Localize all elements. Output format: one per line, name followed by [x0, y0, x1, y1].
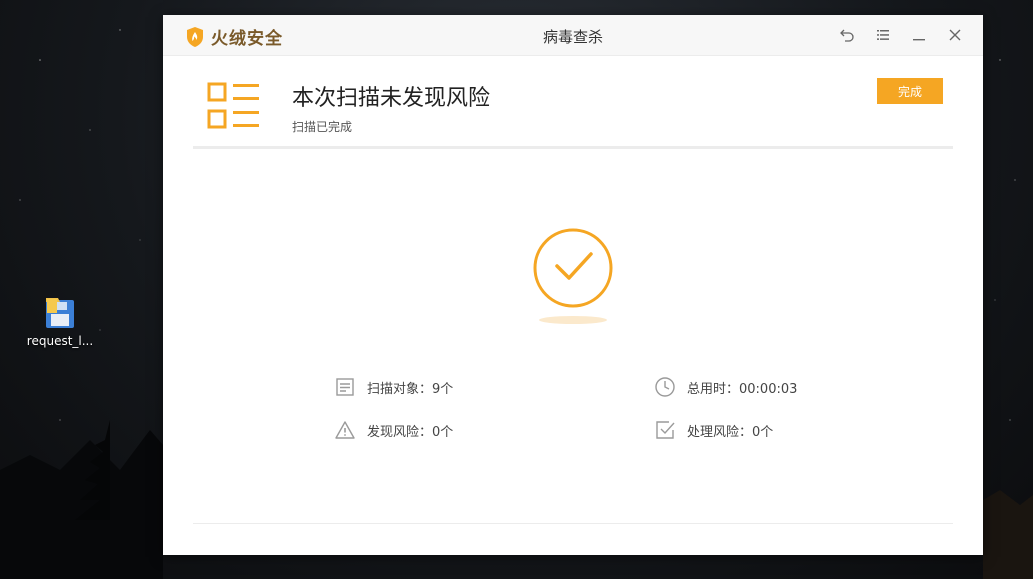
antivirus-window: 火绒安全 病毒查杀 本次扫描未发现风险 完成 扫描已完成 扫描对象：9个 总用时… [163, 15, 983, 555]
scan-report-icon [207, 82, 259, 129]
close-icon[interactable] [945, 25, 965, 45]
menu-icon[interactable] [873, 25, 893, 45]
success-check-icon [533, 228, 613, 308]
stat-scan-objects-text: 扫描对象：9个 [367, 381, 454, 397]
divider [193, 146, 953, 149]
footer-divider [193, 523, 953, 524]
window-controls [837, 25, 965, 45]
stat-risks-handled: 处理风险：0个 [653, 418, 773, 442]
document-icon [333, 375, 357, 399]
back-icon[interactable] [837, 25, 857, 45]
check-shadow [539, 316, 607, 324]
stat-total-time: 总用时：00:00:03 [653, 375, 797, 399]
checkbox-icon [653, 418, 677, 442]
clock-icon [653, 375, 677, 399]
stat-risks-found-text: 发现风险：0个 [367, 424, 454, 440]
desktop-file-icon[interactable]: request_l... [24, 296, 96, 348]
success-indicator [531, 228, 615, 328]
result-subtitle: 扫描已完成 [292, 120, 353, 134]
file-icon [44, 296, 76, 330]
minimize-icon[interactable] [909, 25, 929, 45]
result-header: 本次扫描未发现风险 完成 [163, 56, 983, 148]
result-title: 本次扫描未发现风险 [292, 86, 491, 111]
title-bar[interactable]: 火绒安全 病毒查杀 [163, 15, 983, 56]
stat-risks-found: 发现风险：0个 [333, 418, 453, 442]
done-button[interactable]: 完成 [877, 78, 943, 104]
stat-scan-objects: 扫描对象：9个 [333, 375, 453, 399]
stat-risks-handled-text: 处理风险：0个 [687, 424, 774, 440]
warning-icon [333, 418, 357, 442]
desktop-file-label: request_l... [26, 334, 94, 348]
stat-total-time-text: 总用时：00:00:03 [687, 381, 798, 397]
